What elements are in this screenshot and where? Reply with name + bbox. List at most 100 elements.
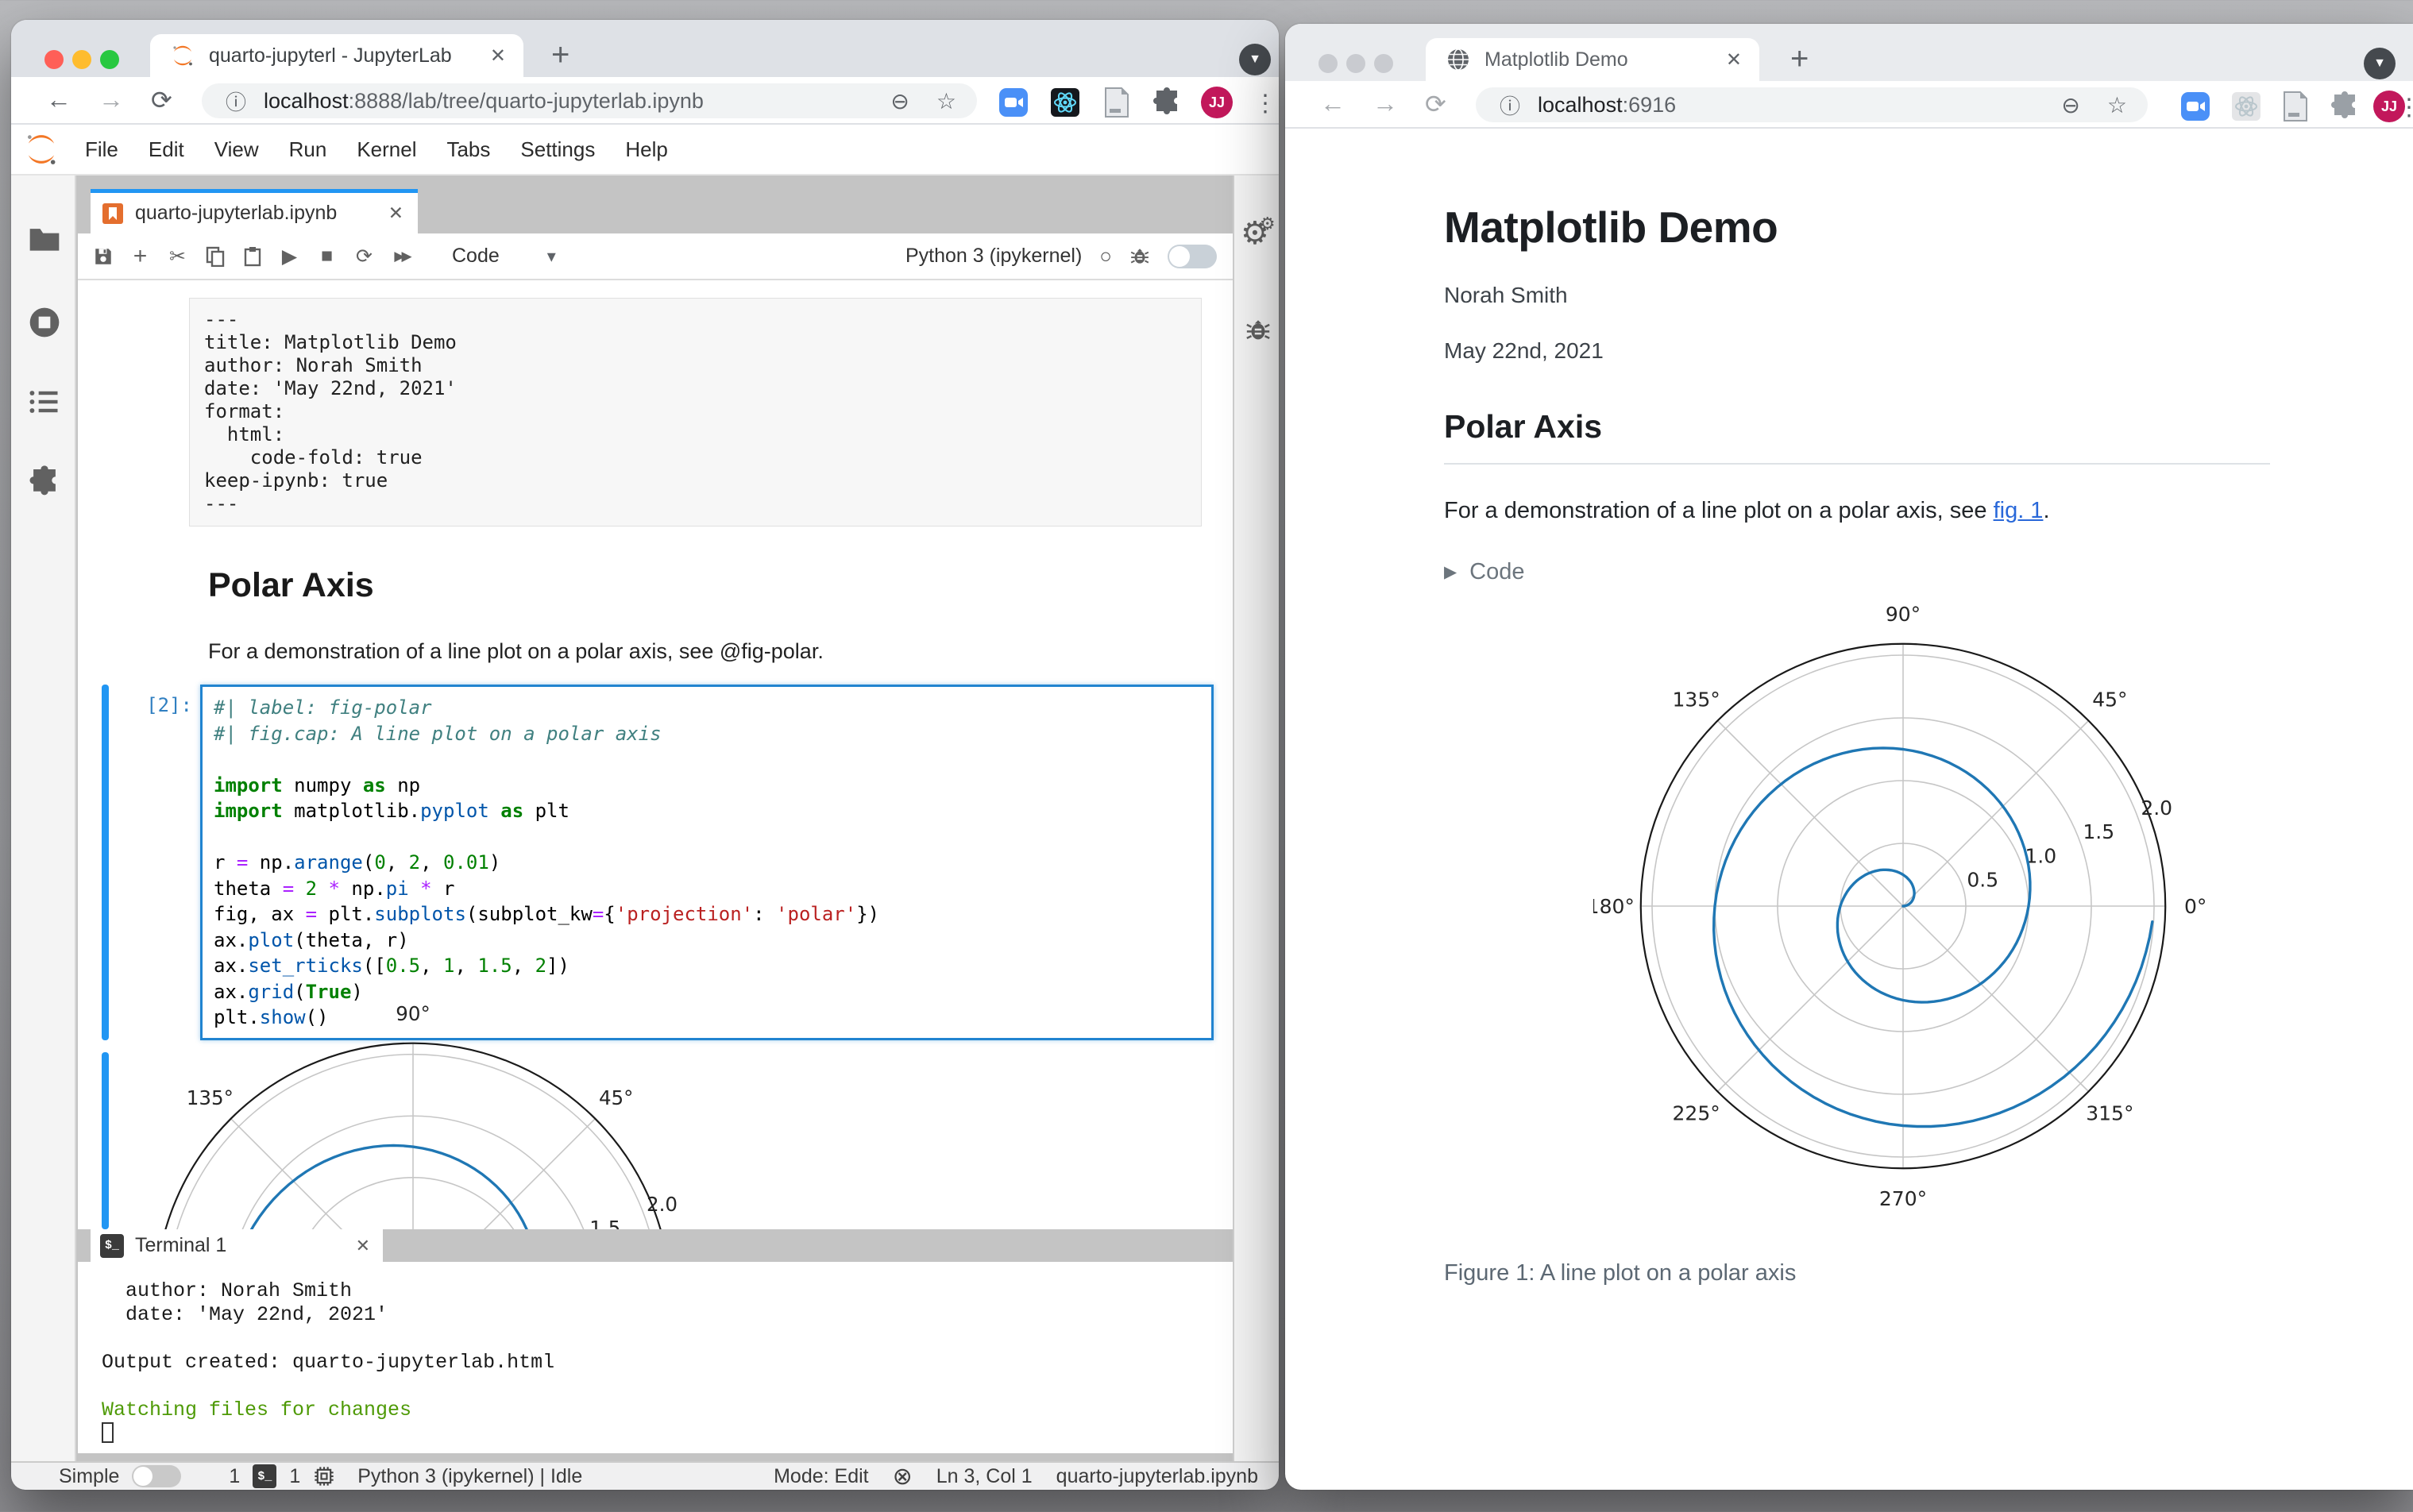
copy-cells-button[interactable] [196, 246, 234, 267]
new-tab-button[interactable]: + [1790, 41, 1809, 77]
yaml-raw-cell[interactable]: --- title: Matplotlib Demo author: Norah… [189, 298, 1202, 526]
menu-help[interactable]: Help [610, 137, 682, 162]
new-tab-button[interactable]: + [551, 37, 569, 73]
notebook-tab[interactable]: quarto-jupyterlab.ipynb ✕ [91, 189, 418, 233]
close-window-button[interactable] [1318, 54, 1338, 73]
figure-1: 0° 45° 90° 135° 180° 225° 270° 315° 0.5 1.0 1.5 2.0 [1587, 596, 2213, 1216]
terminal-output[interactable]: author: Norah Smith date: 'May 22nd, 202… [78, 1262, 1233, 1453]
toolbar-toggle[interactable] [1168, 244, 1217, 268]
mode-indicator[interactable]: Mode: Edit [774, 1465, 869, 1488]
code-fold-label: Code [1469, 559, 1525, 584]
address-bar[interactable]: ⓘ localhost:6916 ⊖ ☆ [1476, 87, 2148, 122]
browser-menu-icon[interactable]: ⋮ [2397, 94, 2413, 122]
code-cell-editor[interactable]: #| label: fig-polar #| fig.cap: A line pl… [200, 685, 1214, 1040]
output-collapser[interactable] [102, 1052, 109, 1229]
maximize-window-button[interactable] [100, 50, 119, 69]
property-inspector-icon[interactable]: ⚙⚙ [1241, 214, 1285, 252]
browser-tab[interactable]: quarto-jupyterl - JupyterLab ✕ [150, 34, 523, 77]
notebook-tab-close-icon[interactable]: ✕ [388, 202, 403, 224]
svg-text:90°: 90° [396, 1002, 430, 1025]
kernel-count: 1 [289, 1464, 301, 1487]
zoom-meeting-extension-icon[interactable] [2179, 91, 2211, 122]
extensions-puzzle-icon[interactable] [2329, 91, 2361, 122]
debugger-icon[interactable] [1245, 317, 1272, 344]
tab-search-button[interactable]: ▼ [2364, 48, 2396, 79]
paste-cells-button[interactable] [234, 246, 271, 267]
terminal-tab[interactable]: $_ Terminal 1 ✕ [91, 1229, 383, 1262]
tab-search-button[interactable]: ▼ [1239, 44, 1271, 75]
react-devtools-extension-icon[interactable] [1049, 87, 1081, 118]
menu-tabs[interactable]: Tabs [431, 137, 505, 162]
browser-tab[interactable]: Matplotlib Demo ✕ [1426, 38, 1759, 81]
minimize-window-button[interactable] [1346, 54, 1365, 73]
save-button[interactable] [84, 246, 122, 267]
browser-menu-icon[interactable]: ⋮ [1253, 90, 1277, 118]
terminal-tab-close-icon[interactable]: ✕ [356, 1236, 370, 1256]
zoom-out-icon[interactable]: ⊖ [890, 88, 909, 114]
date: May 22nd, 2021 [1444, 338, 1604, 363]
address-bar[interactable]: ⓘ localhost:8888/lab/tree/quarto-jupyter… [202, 83, 977, 118]
close-window-button[interactable] [44, 50, 64, 69]
extension-manager-icon[interactable] [27, 464, 62, 499]
zoom-meeting-extension-icon[interactable] [998, 87, 1029, 118]
menu-kernel[interactable]: Kernel [342, 137, 431, 162]
fold-triangle-icon: ▶ [1444, 563, 1457, 581]
restart-run-all-button[interactable]: ▶▶ [383, 249, 420, 264]
react-devtools-extension-icon[interactable] [2230, 91, 2262, 122]
tab-search-arrow-icon: ▼ [1249, 52, 1261, 66]
reload-button[interactable]: ⟳ [1425, 89, 1446, 119]
svg-text:270°: 270° [1879, 1187, 1927, 1210]
kernel-name-button[interactable]: Python 3 (ipykernel) [905, 245, 1082, 268]
profile-avatar[interactable]: JJ [1201, 87, 1233, 118]
add-cell-button[interactable]: + [122, 243, 159, 270]
simple-mode-toggle[interactable] [132, 1465, 182, 1487]
terminal-count: 1 [229, 1464, 241, 1487]
input-collapser[interactable] [102, 685, 109, 1040]
kernel-status-text[interactable]: Python 3 (ipykernel) | Idle [357, 1465, 582, 1488]
menu-view[interactable]: View [199, 137, 274, 162]
restart-kernel-button[interactable]: ⟳ [346, 245, 383, 268]
forward-button[interactable]: → [1373, 89, 1398, 118]
svg-text:135°: 135° [187, 1086, 234, 1109]
browser-toolbar: ← → ⟳ ⓘ localhost:8888/lab/tree/quarto-j… [11, 77, 1279, 125]
zoom-out-icon[interactable]: ⊖ [2061, 92, 2079, 118]
minimize-window-button[interactable] [72, 50, 91, 69]
toolbar-debugger-icon[interactable] [1129, 246, 1150, 267]
kernel-chip-icon [313, 1465, 335, 1487]
forward-button[interactable]: → [98, 85, 124, 114]
running-kernels-icon[interactable] [27, 305, 62, 340]
file-browser-icon[interactable] [27, 222, 62, 256]
svg-text:180°: 180° [1593, 895, 1635, 918]
menu-file[interactable]: File [70, 137, 133, 162]
body-paragraph: For a demonstration of a line plot on a … [1444, 498, 2050, 523]
menu-run[interactable]: Run [274, 137, 342, 162]
bookmark-star-icon[interactable]: ☆ [2107, 92, 2127, 118]
document-extension-icon[interactable] [2280, 91, 2311, 122]
document-extension-icon[interactable] [1101, 87, 1133, 118]
tab-title: Matplotlib Demo [1484, 48, 1628, 71]
table-of-contents-icon[interactable] [27, 384, 62, 419]
globe-favicon-icon [1446, 48, 1470, 71]
cell-type-select[interactable]: Code [452, 245, 500, 268]
tab-close-icon[interactable]: ✕ [490, 44, 506, 68]
back-button[interactable]: ← [1320, 89, 1345, 118]
cut-cells-button[interactable]: ✂ [159, 245, 196, 268]
maximize-window-button[interactable] [1374, 54, 1393, 73]
run-cell-button[interactable]: ▶ [271, 245, 308, 268]
cursor-position[interactable]: Ln 3, Col 1 [936, 1465, 1033, 1488]
cell-type-caret-icon[interactable]: ▾ [547, 246, 556, 267]
reload-button[interactable]: ⟳ [151, 85, 172, 115]
site-info-icon[interactable]: ⓘ [226, 87, 246, 116]
simple-mode-label: Simple [59, 1464, 120, 1487]
interrupt-kernel-button[interactable]: ■ [308, 245, 346, 268]
site-info-icon[interactable]: ⓘ [1500, 91, 1520, 120]
jupyterlab-body: ⚙⚙ quarto-jupyterlab.ipynb ✕ + ✂ ▶ ■ ⟳ ▶… [11, 176, 1279, 1461]
extensions-puzzle-icon[interactable] [1151, 87, 1183, 118]
code-fold-summary[interactable]: ▶ Code [1444, 559, 2270, 585]
bookmark-star-icon[interactable]: ☆ [936, 88, 956, 114]
back-button[interactable]: ← [46, 85, 71, 114]
menu-settings[interactable]: Settings [505, 137, 610, 162]
tab-close-icon[interactable]: ✕ [1726, 48, 1742, 71]
menu-edit[interactable]: Edit [133, 137, 199, 162]
figure-link[interactable]: fig. 1 [1994, 498, 2044, 523]
